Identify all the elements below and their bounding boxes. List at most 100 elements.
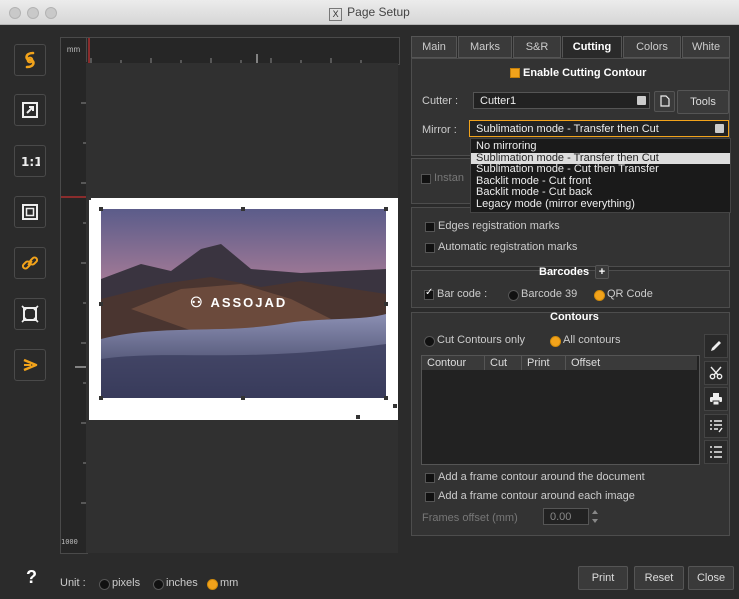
checkmark-icon: ✓ bbox=[425, 287, 434, 298]
registration-panel bbox=[411, 207, 730, 267]
top-ruler-ticks bbox=[88, 38, 362, 64]
unit-inches-radio[interactable] bbox=[153, 579, 164, 590]
resize-handle[interactable] bbox=[99, 207, 103, 211]
print-button[interactable]: Print bbox=[578, 566, 628, 590]
unit-mm-label: mm bbox=[220, 577, 239, 589]
tab-cutting[interactable]: Cutting bbox=[562, 36, 622, 58]
mirror-option[interactable]: Sublimation mode - Cut then Transfer bbox=[471, 163, 730, 176]
fit-page-button[interactable] bbox=[14, 196, 46, 228]
enable-cutting-checkbox[interactable] bbox=[510, 68, 520, 78]
expand-frame-icon bbox=[21, 305, 39, 323]
automatic-registration-label: Automatic registration marks bbox=[438, 241, 578, 253]
export-tool-button[interactable] bbox=[14, 94, 46, 126]
tab-sr[interactable]: S&R bbox=[513, 36, 561, 58]
mirror-select[interactable]: Sublimation mode - Transfer then Cut bbox=[469, 120, 729, 137]
edit-contour-button[interactable] bbox=[704, 334, 728, 358]
new-document-button[interactable] bbox=[654, 91, 675, 112]
tab-colors[interactable]: Colors bbox=[623, 36, 681, 58]
mirror-option[interactable]: Backlit mode - Cut back bbox=[471, 186, 730, 199]
resize-handle[interactable] bbox=[241, 207, 245, 211]
barcode39-label: Barcode 39 bbox=[521, 288, 578, 300]
instant-label: Instan bbox=[434, 172, 464, 184]
close-button[interactable]: Close bbox=[688, 566, 734, 590]
play-marker-icon bbox=[23, 358, 38, 372]
barcode39-radio[interactable] bbox=[508, 290, 519, 301]
unit-mm-radio[interactable] bbox=[207, 579, 218, 590]
frame-image-label: Add a frame contour around each image bbox=[438, 490, 635, 502]
top-ruler bbox=[60, 37, 400, 65]
svg-text:1:1: 1:1 bbox=[21, 155, 40, 168]
printer-icon bbox=[710, 393, 722, 406]
cut-contours-only-radio[interactable] bbox=[424, 336, 435, 347]
bar-code-label: Bar code : bbox=[437, 288, 488, 300]
mirror-value: Sublimation mode - Transfer then Cut bbox=[476, 123, 659, 135]
cutter-select[interactable]: Cutter1 bbox=[473, 92, 650, 109]
new-document-icon bbox=[659, 95, 670, 107]
contours-table[interactable] bbox=[421, 355, 700, 465]
qr-code-radio[interactable] bbox=[594, 290, 605, 301]
resize-handle[interactable] bbox=[99, 302, 103, 306]
cut-contour-button[interactable] bbox=[704, 361, 728, 385]
cut-contours-only-label: Cut Contours only bbox=[437, 334, 526, 346]
logo-tool-button[interactable] bbox=[14, 44, 46, 76]
enable-cutting-label: Enable Cutting Contour bbox=[523, 67, 647, 79]
frames-offset-label: Frames offset (mm) bbox=[422, 512, 518, 524]
chevron-down-icon bbox=[715, 124, 724, 133]
frames-offset-stepper[interactable] bbox=[591, 508, 599, 525]
chevron-down-icon bbox=[637, 96, 646, 105]
resize-handle[interactable] bbox=[241, 396, 245, 400]
tools-button[interactable]: Tools bbox=[677, 90, 729, 114]
link-tool-button[interactable] bbox=[14, 247, 46, 279]
resize-handle[interactable] bbox=[99, 396, 103, 400]
frame-document-checkbox[interactable] bbox=[425, 473, 435, 483]
column-header-offset[interactable]: Offset bbox=[566, 356, 697, 370]
text-tool-button[interactable] bbox=[14, 349, 46, 381]
window-title: Page Setup bbox=[347, 5, 410, 19]
frame-image-checkbox[interactable] bbox=[425, 492, 435, 502]
all-contours-radio[interactable] bbox=[550, 336, 561, 347]
cutter-value: Cutter1 bbox=[480, 95, 517, 107]
column-header-print[interactable]: Print bbox=[522, 356, 566, 370]
mirror-label: Mirror : bbox=[422, 124, 457, 136]
list-button[interactable] bbox=[704, 440, 728, 464]
unit-inches-label: inches bbox=[166, 577, 198, 589]
print-contour-button[interactable] bbox=[704, 387, 728, 411]
resize-handle[interactable] bbox=[384, 396, 388, 400]
edges-registration-label: Edges registration marks bbox=[438, 220, 560, 232]
all-contours-label: All contours bbox=[563, 334, 621, 346]
instant-checkbox[interactable] bbox=[421, 174, 431, 184]
automatic-registration-checkbox[interactable] bbox=[425, 243, 435, 253]
unit-pixels-label: pixels bbox=[112, 577, 141, 589]
tab-main[interactable]: Main bbox=[411, 36, 457, 58]
resize-handle[interactable] bbox=[384, 302, 388, 306]
column-header-contour[interactable]: Contour bbox=[422, 356, 485, 370]
pencil-icon bbox=[711, 341, 721, 351]
frames-offset-input[interactable]: 0.00 bbox=[543, 508, 589, 525]
mirror-option[interactable]: No mirroring bbox=[471, 140, 730, 153]
page-handle[interactable] bbox=[87, 196, 91, 200]
page-handle[interactable] bbox=[356, 415, 360, 419]
stepper-arrows-icon bbox=[592, 510, 598, 523]
title-bar: X Page Setup bbox=[0, 0, 739, 25]
ruler-unit-corner: mm bbox=[61, 38, 87, 62]
column-header-cut[interactable]: Cut bbox=[485, 356, 522, 370]
list-settings-button[interactable] bbox=[704, 414, 728, 438]
chain-link-icon bbox=[21, 256, 39, 270]
resize-handle[interactable] bbox=[384, 207, 388, 211]
fit-all-button[interactable] bbox=[14, 298, 46, 330]
add-barcode-button[interactable]: + bbox=[595, 265, 609, 279]
list-edit-icon bbox=[710, 420, 723, 433]
barcodes-title: Barcodes bbox=[539, 266, 590, 278]
contours-title: Contours bbox=[550, 311, 599, 323]
left-ruler bbox=[60, 63, 88, 554]
mirror-option[interactable]: Legacy mode (mirror everything) bbox=[471, 198, 730, 211]
app-icon: X bbox=[329, 8, 343, 21]
tab-marks[interactable]: Marks bbox=[458, 36, 512, 58]
tab-white[interactable]: White bbox=[682, 36, 730, 58]
edges-registration-checkbox[interactable] bbox=[425, 222, 435, 232]
reset-button[interactable]: Reset bbox=[634, 566, 684, 590]
actual-size-button[interactable]: 1:1 bbox=[14, 145, 46, 177]
help-button[interactable]: ? bbox=[26, 567, 37, 588]
page-handle[interactable] bbox=[393, 404, 397, 408]
unit-pixels-radio[interactable] bbox=[99, 579, 110, 590]
